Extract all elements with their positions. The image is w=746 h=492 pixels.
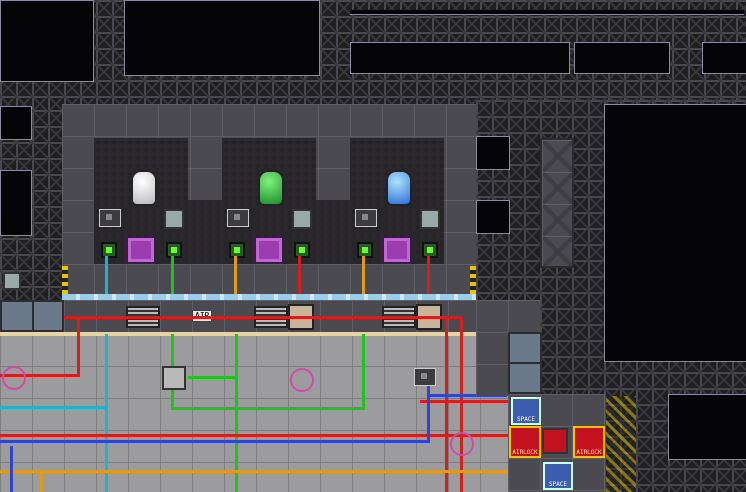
green-pipe	[171, 407, 365, 410]
space-window-right-3	[476, 136, 510, 170]
space-window-4	[350, 42, 570, 74]
airlock-controller-icon[interactable]	[542, 428, 568, 454]
air-alarm-icon[interactable]	[3, 272, 21, 290]
green-pipe	[188, 376, 238, 379]
space-sign-top: SPACE	[511, 397, 541, 425]
space-window-left-1	[0, 106, 32, 140]
canister-white-icon[interactable]	[131, 170, 157, 206]
reinforced-wall-column	[540, 138, 574, 268]
window-panel	[508, 332, 542, 364]
air-injector-icon[interactable]	[292, 209, 312, 229]
hazard-stripe	[606, 396, 636, 492]
vent-circle-icon[interactable]	[2, 366, 26, 390]
space-window-right-2	[668, 394, 746, 460]
red-pipe	[77, 318, 80, 377]
orange-pipe	[0, 470, 508, 473]
airlock-door-right[interactable]: AIRLOCK	[573, 426, 605, 458]
valve-icon[interactable]	[422, 242, 438, 258]
window-panel	[32, 300, 64, 332]
space-window-3	[350, 10, 744, 15]
space-window-right-4	[476, 200, 510, 234]
vent-circle-icon[interactable]	[290, 368, 314, 392]
valve-icon[interactable]	[357, 242, 373, 258]
green-pipe	[235, 334, 238, 492]
green-pipe	[362, 334, 365, 410]
valve-icon[interactable]	[229, 242, 245, 258]
gas-sensor-icon[interactable]	[355, 209, 377, 227]
valve-icon[interactable]	[101, 242, 117, 258]
cyan-pipe	[0, 406, 108, 409]
gas-filter-icon[interactable]	[382, 236, 412, 264]
space-window-1	[0, 0, 94, 82]
airlock-door-left[interactable]: AIRLOCK	[509, 426, 541, 458]
gas-filter-icon[interactable]	[126, 236, 156, 264]
air-injector-icon[interactable]	[164, 209, 184, 229]
space-window-5	[574, 42, 670, 74]
scrubber-icon[interactable]	[414, 368, 436, 386]
red-pipe	[62, 316, 462, 319]
air-injector-icon[interactable]	[420, 209, 440, 229]
blue-pipe	[427, 384, 430, 442]
space-sign-bottom: SPACE	[543, 462, 573, 490]
orange-pipe	[40, 470, 43, 492]
vent-circle-icon[interactable]	[450, 432, 474, 456]
gas-sensor-icon[interactable]	[99, 209, 121, 227]
canister-blue-icon[interactable]	[386, 170, 412, 206]
red-pipe	[460, 318, 463, 492]
red-pipe	[445, 318, 448, 492]
canister-green-icon[interactable]	[258, 170, 284, 206]
window-panel	[0, 300, 34, 332]
manifold-icon[interactable]	[162, 366, 186, 390]
floor-edge-strip	[0, 332, 478, 336]
valve-icon[interactable]	[294, 242, 310, 258]
cyan-pipe	[105, 334, 108, 492]
blue-pipe	[0, 440, 430, 443]
space-window-right-1	[604, 104, 746, 362]
window-panel	[508, 362, 542, 394]
blue-pipe	[10, 446, 13, 492]
valve-icon[interactable]	[166, 242, 182, 258]
space-window-left-2	[0, 170, 32, 236]
red-pipe	[0, 434, 508, 437]
red-pipe	[420, 400, 508, 403]
space-window-6	[702, 42, 746, 74]
gas-sensor-icon[interactable]	[227, 209, 249, 227]
gas-filter-icon[interactable]	[254, 236, 284, 264]
space-window-2	[124, 0, 320, 76]
